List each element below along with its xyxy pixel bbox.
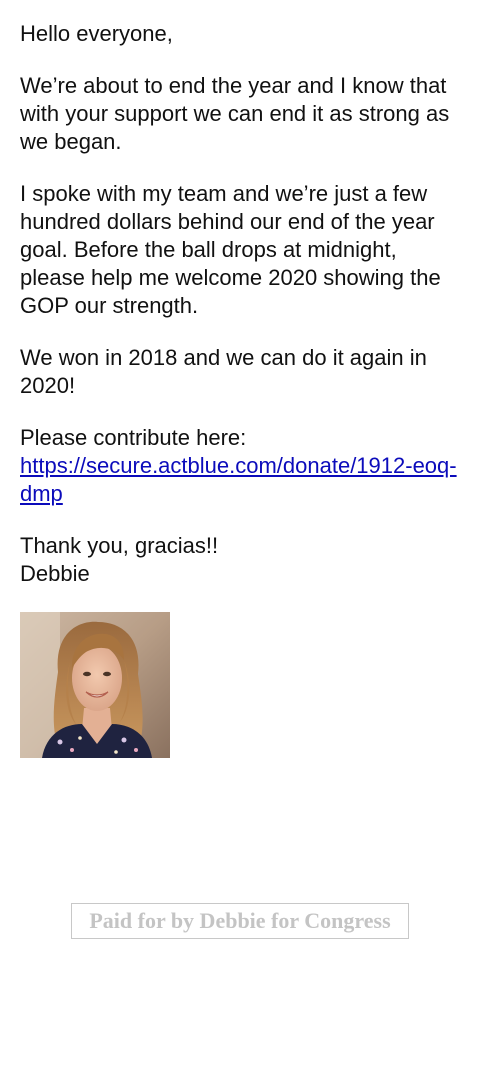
paragraph-2020: We won in 2018 and we can do it again in… [20, 345, 427, 398]
contribute-block: Please contribute here: https://secure.a… [20, 424, 460, 508]
greeting: Hello everyone, [20, 21, 173, 46]
signoff: Thank you, gracias!! Debbie [20, 532, 460, 588]
email-body: Hello everyone, We’re about to end the y… [20, 20, 460, 612]
candidate-portrait-icon [20, 612, 170, 758]
candidate-photo [20, 612, 170, 758]
paid-for-disclaimer: Paid for by Debbie for Congress [71, 903, 409, 939]
thanks-text: Thank you, gracias!! [20, 533, 219, 558]
signature: Debbie [20, 561, 90, 586]
donate-link[interactable]: https://secure.actblue.com/donate/1912-e… [20, 453, 457, 506]
paragraph-year-end: We’re about to end the year and I know t… [20, 73, 450, 154]
contribute-label: Please contribute here: [20, 425, 247, 450]
paragraph-goal: I spoke with my team and we’re just a fe… [20, 181, 441, 318]
